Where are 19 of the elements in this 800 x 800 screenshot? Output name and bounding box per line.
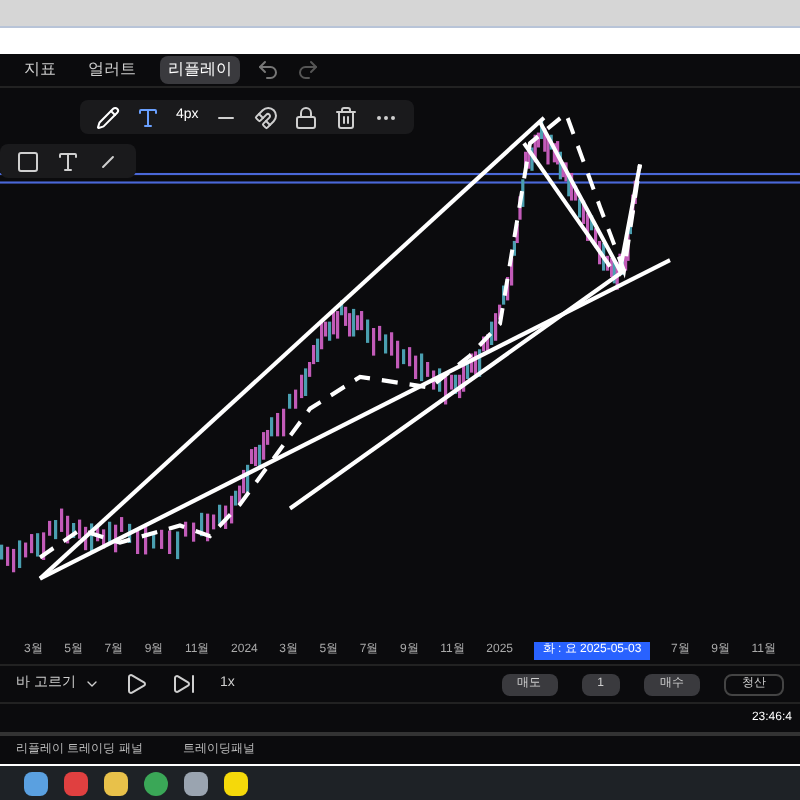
pencil-icon[interactable] [96, 105, 120, 129]
magnet-icon[interactable] [254, 105, 279, 129]
text-icon[interactable] [56, 149, 80, 173]
toolbar-tab[interactable]: 지표 [16, 56, 64, 84]
toolbar-tab[interactable]: 얼러트 [80, 56, 144, 84]
trend-line[interactable] [288, 269, 626, 511]
trend-line[interactable] [39, 258, 671, 581]
play-icon[interactable] [123, 672, 148, 696]
undo-icon[interactable] [256, 58, 280, 82]
zigzag-line[interactable] [538, 121, 643, 277]
delete-icon[interactable] [334, 105, 359, 129]
chevron-down-icon [83, 676, 100, 692]
rectangle-icon[interactable] [16, 149, 40, 173]
lock-icon[interactable] [294, 105, 319, 129]
text-icon[interactable] [136, 105, 160, 129]
step-forward-icon[interactable] [171, 672, 196, 696]
redo-icon[interactable] [296, 58, 320, 82]
trend-line[interactable] [522, 142, 612, 268]
toolbar-tab[interactable]: 리플레이 [160, 56, 240, 84]
